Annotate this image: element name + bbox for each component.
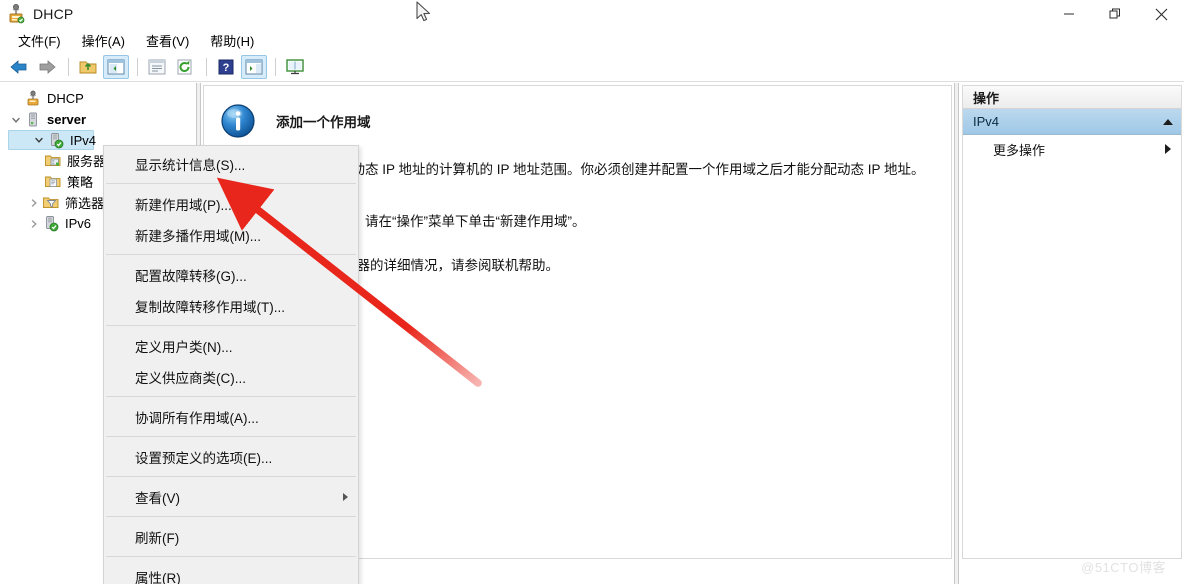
- tree-node-server[interactable]: server: [4, 109, 195, 130]
- properties-icon[interactable]: [144, 55, 170, 79]
- policies-folder-icon: [44, 173, 62, 190]
- actions-group-ipv4[interactable]: IPv4: [963, 109, 1181, 135]
- ctx-item-label: 刷新(F): [135, 530, 180, 546]
- ctx-item-label: 新建作用域(P)...: [135, 197, 232, 213]
- ctx-configure-failover[interactable]: 配置故障转移(G)...: [104, 259, 358, 290]
- ctx-show-statistics[interactable]: 显示统计信息(S)...: [104, 148, 358, 179]
- ctx-define-user-classes[interactable]: 定义用户类(N)...: [104, 330, 358, 361]
- tree-node-label: IPv6: [65, 216, 92, 231]
- tree-node-ipv4[interactable]: IPv4: [8, 130, 97, 150]
- action-label: 更多操作: [993, 142, 1046, 158]
- caret-right-icon: [1165, 144, 1171, 154]
- menu-view[interactable]: 查看(V): [137, 29, 198, 52]
- ctx-item-label: 复制故障转移作用域(T)...: [135, 299, 285, 315]
- up-folder-icon[interactable]: [75, 55, 101, 79]
- details-title: 添加一个作用域: [276, 115, 371, 130]
- action-more-actions[interactable]: 更多操作: [963, 135, 1181, 163]
- tree-node-label: IPv4: [70, 132, 97, 148]
- ctx-item-label: 协调所有作用域(A)...: [135, 410, 259, 426]
- ctx-define-vendor-classes[interactable]: 定义供应商类(C)...: [104, 361, 358, 392]
- context-menu-separator: [106, 183, 356, 184]
- mouse-pointer: [416, 1, 430, 22]
- ctx-set-predefined-options[interactable]: 设置预定义的选项(E)...: [104, 441, 358, 472]
- actions-pane: 操作 IPv4 更多操作: [962, 85, 1182, 559]
- ctx-new-multicast-scope[interactable]: 新建多播作用域(M)...: [104, 219, 358, 250]
- forward-icon[interactable]: [34, 55, 60, 79]
- toolbar-separator: [68, 57, 69, 76]
- ctx-item-label: 设置预定义的选项(E)...: [135, 450, 273, 466]
- ctx-item-label: 配置故障转移(G)...: [135, 268, 247, 284]
- tree-node-dhcp[interactable]: DHCP: [4, 88, 195, 109]
- server-options-folder-icon: [44, 152, 62, 169]
- context-menu-separator: [106, 396, 356, 397]
- watermark: @51CTO博客: [1081, 560, 1166, 575]
- minimize-icon[interactable]: [1046, 0, 1092, 28]
- menu-help[interactable]: 帮助(H): [201, 29, 263, 52]
- tree-node-label: DHCP: [47, 91, 84, 106]
- window-title: DHCP: [33, 6, 74, 22]
- svg-text:?: ?: [223, 62, 230, 74]
- details-header: 添加一个作用域: [204, 86, 951, 139]
- ctx-item-label: 显示统计信息(S)...: [135, 157, 246, 173]
- title-bar: DHCP: [0, 0, 1184, 28]
- actions-pane-header: 操作: [963, 86, 1181, 109]
- ctx-item-label: 定义用户类(N)...: [135, 339, 233, 355]
- context-menu-separator: [106, 325, 356, 326]
- chevron-right-icon[interactable]: [26, 195, 42, 211]
- context-menu-separator: [106, 516, 356, 517]
- back-icon[interactable]: [6, 55, 32, 79]
- ctx-replicate-failover-scopes[interactable]: 复制故障转移作用域(T)...: [104, 290, 358, 321]
- tree-node-label: 策略: [67, 175, 94, 190]
- tree-node-label: 筛选器: [65, 196, 105, 211]
- toolbar-separator: [206, 57, 207, 76]
- ctx-new-scope[interactable]: 新建作用域(P)...: [104, 188, 358, 219]
- export-list-icon[interactable]: [282, 55, 308, 79]
- window-controls: [1046, 0, 1184, 28]
- server-icon: [24, 111, 42, 128]
- help-icon[interactable]: ?: [213, 55, 239, 79]
- context-menu-separator: [106, 254, 356, 255]
- toolbar: ?: [0, 52, 1184, 82]
- toolbar-separator: [275, 57, 276, 76]
- dhcp-root-icon: [24, 90, 42, 107]
- tree-node-label: server: [47, 112, 87, 127]
- dhcp-console-window: DHCP 文件(F) 操作(A) 查看(V) 帮助(H) ? DHCP serv…: [0, 0, 1184, 584]
- show-action-pane-icon[interactable]: [241, 54, 267, 79]
- ctx-reconcile-all-scopes[interactable]: 协调所有作用域(A)...: [104, 401, 358, 432]
- toolbar-separator: [137, 57, 138, 76]
- ipv4-context-menu: 显示统计信息(S)... 新建作用域(P)... 新建多播作用域(M)... 配…: [103, 145, 359, 584]
- actions-splitter[interactable]: [954, 83, 959, 584]
- ctx-properties[interactable]: 属性(R): [104, 561, 358, 584]
- refresh-icon[interactable]: [172, 55, 198, 79]
- menu-file[interactable]: 文件(F): [9, 29, 70, 52]
- ctx-item-label: 新建多播作用域(M)...: [135, 228, 261, 244]
- chevron-right-icon: [343, 492, 348, 501]
- ctx-refresh[interactable]: 刷新(F): [104, 521, 358, 552]
- ctx-item-label: 查看(V): [135, 490, 180, 506]
- chevron-down-icon[interactable]: [31, 132, 47, 148]
- info-icon: [220, 103, 256, 139]
- ipv4-icon: [47, 132, 65, 149]
- ctx-item-label: 属性(R): [135, 570, 181, 584]
- context-menu-separator: [106, 476, 356, 477]
- actions-group-label: IPv4: [973, 114, 1000, 129]
- ipv6-icon: [42, 215, 60, 232]
- menu-action[interactable]: 操作(A): [73, 29, 134, 52]
- menu-bar: 文件(F) 操作(A) 查看(V) 帮助(H): [0, 28, 1184, 52]
- context-menu-separator: [106, 436, 356, 437]
- ctx-item-label: 定义供应商类(C)...: [135, 370, 246, 386]
- chevron-right-icon[interactable]: [26, 216, 42, 232]
- caret-up-icon[interactable]: [1163, 118, 1173, 125]
- chevron-down-icon[interactable]: [8, 112, 24, 128]
- dhcp-server-icon: [5, 3, 27, 25]
- filters-folder-icon: [42, 194, 60, 211]
- close-icon[interactable]: [1138, 0, 1184, 28]
- restore-icon[interactable]: [1092, 0, 1138, 28]
- context-menu-separator: [106, 556, 356, 557]
- show-hide-tree-icon[interactable]: [103, 54, 129, 79]
- ctx-view[interactable]: 查看(V): [104, 481, 358, 512]
